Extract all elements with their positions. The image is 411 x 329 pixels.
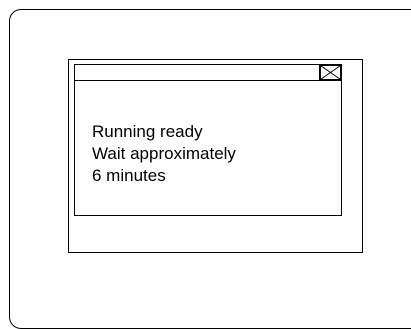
status-line-duration: 6 minutes xyxy=(92,166,166,185)
dialog-title-bar xyxy=(75,65,341,81)
status-message: Running ready Wait approximately 6 minut… xyxy=(92,121,236,187)
status-line-running: Running ready xyxy=(92,122,203,141)
running-status-dialog: Running ready Wait approximately 6 minut… xyxy=(74,64,342,216)
close-x-icon xyxy=(320,65,341,80)
status-line-wait: Wait approximately xyxy=(92,144,236,163)
close-button[interactable] xyxy=(319,65,341,80)
